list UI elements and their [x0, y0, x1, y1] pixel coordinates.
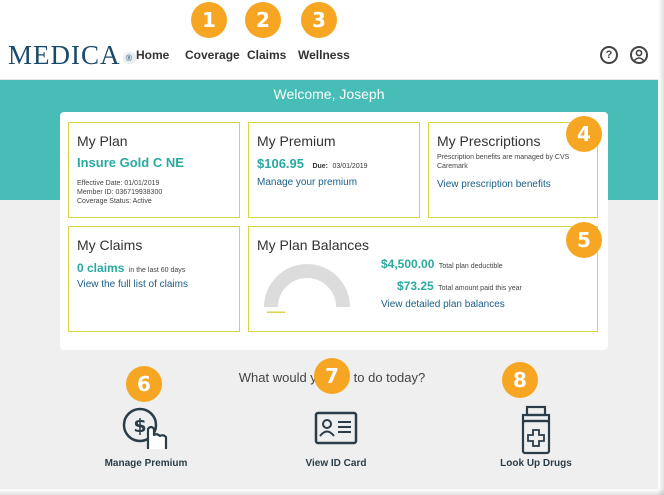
help-icon[interactable]: ? — [600, 46, 618, 64]
view-balances-link[interactable]: View detailed plan balances — [381, 299, 505, 310]
effective-date: Effective Date: 01/01/2019 — [77, 180, 160, 187]
view-claims-link[interactable]: View the full list of claims — [77, 279, 188, 290]
frame-shadow — [658, 0, 664, 495]
id-card-icon — [314, 411, 358, 445]
callout-badge: 6 — [126, 366, 162, 402]
deductible-label: Total plan deductible — [438, 263, 503, 270]
callout-badge: 3 — [301, 2, 337, 38]
callout-badge: 2 — [245, 2, 281, 38]
top-navigation-bar: MEDICA ® Home Coverage Claims Wellness ? — [0, 36, 658, 80]
app-frame: MEDICA ® Home Coverage Claims Wellness ? … — [0, 0, 664, 495]
manage-premium-link[interactable]: Manage your premium — [257, 177, 357, 188]
card-title: My Prescriptions — [437, 133, 541, 149]
callout-badge: 1 — [191, 2, 227, 38]
due-date: 03/01/2019 — [332, 163, 368, 170]
nav-home[interactable]: Home — [136, 48, 169, 62]
premium-amount-row: $106.95 Due: 03/01/2019 — [257, 155, 368, 173]
my-plan-card[interactable]: My Plan Insure Gold C NE Effective Date:… — [68, 122, 240, 218]
pill-bottle-icon — [521, 405, 551, 455]
view-prescriptions-link[interactable]: View prescription benefits — [437, 179, 551, 190]
nav-wellness[interactable]: Wellness — [298, 48, 350, 62]
card-title: My Plan Balances — [257, 237, 370, 253]
account-icon[interactable] — [630, 46, 648, 64]
premium-amount: $106.95 — [257, 156, 304, 171]
my-premium-card[interactable]: My Premium $106.95 Due: 03/01/2019 Manag… — [248, 122, 420, 218]
view-id-card-action[interactable] — [266, 405, 406, 458]
card-title: My Plan — [77, 133, 128, 149]
manage-premium-action[interactable]: $ — [76, 405, 216, 458]
nav-coverage[interactable]: Coverage — [185, 48, 240, 62]
callout-badge: 8 — [502, 362, 538, 398]
plan-details: Effective Date: 01/01/2019 Member ID: 03… — [77, 179, 162, 206]
svg-text:$: $ — [133, 415, 146, 437]
nav-claims[interactable]: Claims — [247, 48, 286, 62]
plan-name: Insure Gold C NE — [77, 155, 184, 170]
medica-logo[interactable]: MEDICA ® — [8, 40, 137, 71]
paid-row: $73.25 Total amount paid this year — [397, 277, 522, 295]
callout-badge: 4 — [566, 116, 602, 152]
registered-mark: ® — [122, 51, 137, 64]
callout-badge: 7 — [314, 358, 350, 394]
view-id-card-label[interactable]: View ID Card — [266, 458, 406, 469]
look-up-drugs-action[interactable] — [466, 405, 606, 462]
paid-amount: $73.25 — [397, 279, 434, 293]
my-claims-card[interactable]: My Claims 0 claims in the last 60 days V… — [68, 226, 240, 332]
welcome-message: Welcome, Joseph — [273, 86, 385, 102]
deductible-row: $4,500.00 Total plan deductible — [381, 255, 503, 273]
callout-badge: 5 — [566, 222, 602, 258]
look-up-drugs-label[interactable]: Look Up Drugs — [466, 458, 606, 469]
paid-label: Total amount paid this year — [438, 285, 522, 292]
claims-period: in the last 60 days — [128, 267, 186, 274]
deductible-amount: $4,500.00 — [381, 257, 435, 271]
dashboard-panel: My Plan Insure Gold C NE Effective Date:… — [60, 112, 608, 350]
due-label: Due: — [312, 163, 329, 170]
frame-shadow — [0, 489, 664, 495]
claims-count: 0 claims — [77, 261, 125, 275]
card-title: My Premium — [257, 133, 336, 149]
card-title: My Claims — [77, 237, 143, 253]
member-id: Member ID: 036719938300 — [77, 189, 163, 196]
dollar-hand-icon: $ — [122, 407, 168, 449]
prescription-note: Prescription benefits are managed by CVS… — [437, 154, 570, 170]
claims-count-row: 0 claims in the last 60 days — [77, 259, 185, 277]
my-plan-balances-card[interactable]: My Plan Balances $4,500.00 Total plan de… — [248, 226, 598, 332]
coverage-status: Coverage Status: Active — [77, 198, 152, 205]
manage-premium-label[interactable]: Manage Premium — [76, 458, 216, 469]
balance-gauge — [264, 264, 350, 313]
